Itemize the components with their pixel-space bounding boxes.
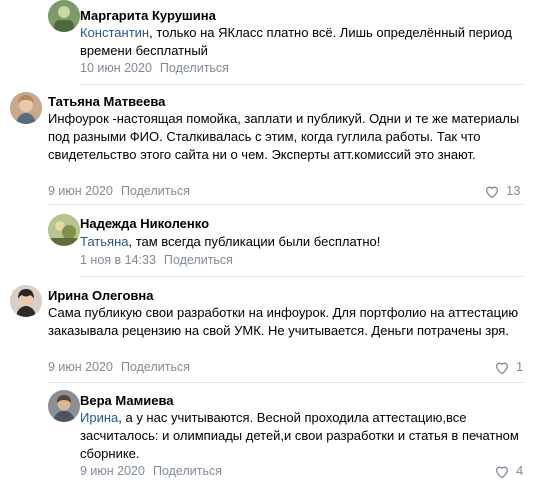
comment-text: Ирина, а у нас учитываются. Весной прохо… — [80, 410, 519, 461]
avatar[interactable] — [48, 214, 80, 246]
comment-meta: 1 ноя в 14:33 Поделиться — [80, 252, 233, 268]
avatar[interactable] — [48, 390, 80, 422]
comment-meta: 9 июн 2020 Поделиться — [48, 359, 190, 375]
avatar[interactable] — [10, 92, 42, 124]
comment-date[interactable]: 9 июн 2020 — [80, 464, 145, 478]
comment-text: Татьяна, там всегда публикации были бесп… — [80, 234, 381, 249]
reply-to-link[interactable]: Константин — [80, 25, 149, 40]
share-link[interactable]: Поделиться — [153, 464, 222, 478]
share-link[interactable]: Поделиться — [121, 360, 190, 374]
author-name[interactable]: Маргарита Курушина — [80, 8, 216, 24]
reply-to-link[interactable]: Ирина — [80, 410, 118, 425]
divider — [80, 276, 524, 277]
reply-to-link[interactable]: Татьяна — [80, 234, 128, 249]
comment-date[interactable]: 9 июн 2020 — [48, 184, 113, 198]
comment-text: Сама публикую свои разработки на инфоуро… — [48, 305, 519, 338]
comment-meta: 9 июн 2020 Поделиться — [80, 463, 222, 479]
like-button[interactable]: 4 — [494, 463, 523, 479]
heart-outline-icon — [495, 466, 509, 478]
comment-meta: 10 июн 2020 Поделиться — [80, 60, 229, 76]
divider — [80, 84, 524, 85]
comment-date[interactable]: 9 июн 2020 — [48, 360, 113, 374]
author-name[interactable]: Татьяна Матвеева — [48, 94, 165, 110]
heart-outline-icon — [495, 362, 509, 374]
share-link[interactable]: Поделиться — [160, 61, 229, 75]
avatar[interactable] — [48, 0, 80, 32]
like-count: 1 — [516, 359, 524, 374]
like-count: 4 — [516, 463, 524, 478]
like-count: 13 — [506, 183, 521, 198]
comment-meta: 9 июн 2020 Поделиться — [48, 183, 190, 199]
share-link[interactable]: Поделиться — [121, 184, 190, 198]
heart-outline-icon — [485, 186, 499, 198]
author-name[interactable]: Надежда Николенко — [80, 216, 209, 232]
share-link[interactable]: Поделиться — [164, 253, 233, 267]
comment-date[interactable]: 10 июн 2020 — [80, 61, 152, 75]
like-button[interactable]: 13 — [484, 183, 520, 199]
avatar[interactable] — [10, 285, 42, 317]
author-name[interactable]: Ирина Олеговна — [48, 288, 154, 304]
like-button[interactable]: 1 — [494, 359, 523, 375]
author-name[interactable]: Вера Мамиева — [80, 393, 174, 409]
comment-date[interactable]: 1 ноя в 14:33 — [80, 253, 156, 267]
divider — [48, 204, 524, 205]
comment-text: Константин, только на ЯКласс платно всё.… — [80, 25, 512, 58]
divider — [48, 382, 524, 383]
comment-text: Инфоурок -настоящая помойка, заплати и п… — [48, 111, 520, 162]
